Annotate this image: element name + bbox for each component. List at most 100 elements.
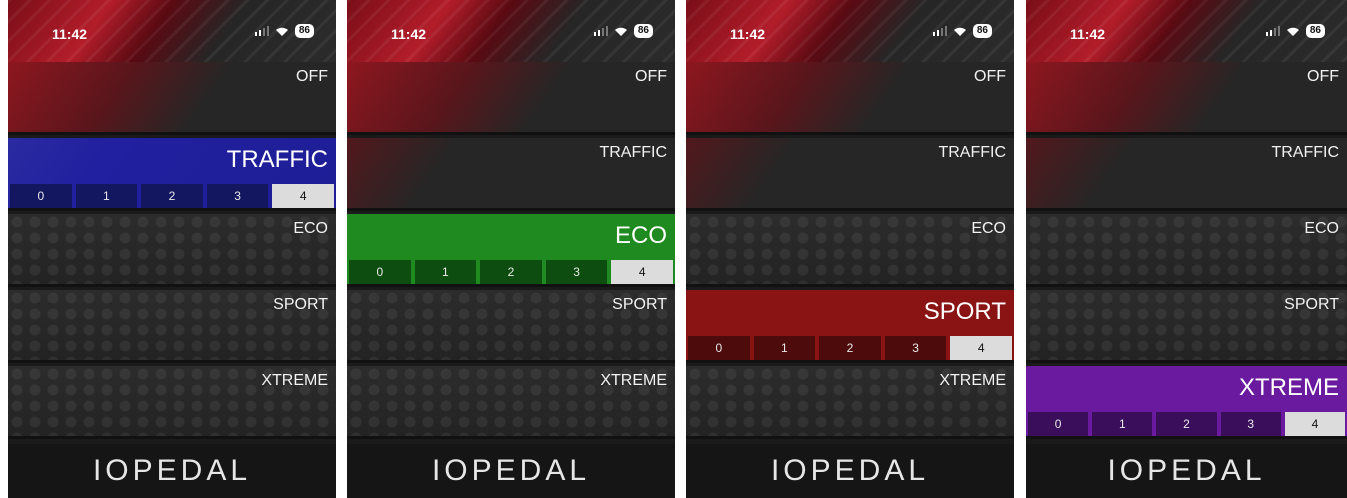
mode-label: TRAFFIC: [226, 146, 328, 173]
mode-label: ECO: [614, 222, 667, 249]
level-1[interactable]: 1: [1092, 412, 1153, 436]
mode-label: ECO: [293, 220, 328, 237]
mode-label: SPORT: [612, 296, 667, 313]
phone-screen-traffic: 11:42 86 OFF TRAFFIC 0 1 2 3 4 ECO SPORT…: [8, 0, 336, 498]
battery-icon: 86: [972, 24, 992, 38]
level-selector: 0 1 2 3 4: [686, 336, 1014, 360]
mode-list: OFF TRAFFIC ECO 0 1 2 3 4 SPORT XTREME: [347, 62, 675, 444]
signal-icon: [593, 26, 608, 36]
mode-label: OFF: [1307, 68, 1339, 85]
level-1[interactable]: 1: [414, 260, 477, 284]
mode-label: SPORT: [923, 298, 1006, 325]
battery-icon: 86: [633, 24, 653, 38]
level-0[interactable]: 0: [10, 184, 72, 208]
mode-label: OFF: [635, 68, 667, 85]
level-2[interactable]: 2: [819, 336, 881, 360]
level-4[interactable]: 4: [1284, 412, 1346, 436]
mode-off[interactable]: OFF: [347, 62, 675, 135]
mode-label: TRAFFIC: [938, 144, 1006, 161]
mode-off[interactable]: OFF: [1026, 62, 1347, 135]
mode-off[interactable]: OFF: [686, 62, 1014, 135]
mode-label: TRAFFIC: [1271, 144, 1339, 161]
level-selector: 0 1 2 3 4: [8, 184, 336, 208]
mode-label: OFF: [974, 68, 1006, 85]
status-icons: 86: [593, 24, 653, 38]
level-2[interactable]: 2: [480, 260, 542, 284]
footer: IOPEDAL: [686, 444, 1014, 498]
phone-screen-eco: 11:42 86 OFF TRAFFIC ECO 0 1 2 3 4 SPORT…: [347, 0, 675, 498]
status-icons: 86: [932, 24, 992, 38]
wifi-icon: [614, 27, 627, 36]
mode-list: OFF TRAFFIC ECO SPORT 0 1 2 3 4 XTREME: [686, 62, 1014, 444]
footer: IOPEDAL: [8, 444, 336, 498]
mode-label: XTREME: [600, 372, 667, 389]
mode-sport[interactable]: SPORT: [1026, 290, 1347, 363]
level-1[interactable]: 1: [753, 336, 816, 360]
phone-screen-xtreme: 11:42 86 OFF TRAFFIC ECO SPORT XTREME 0 …: [1026, 0, 1347, 498]
level-selector: 0 1 2 3 4: [347, 260, 675, 284]
wifi-icon: [275, 27, 288, 36]
mode-traffic[interactable]: TRAFFIC: [1026, 138, 1347, 211]
mode-label: TRAFFIC: [599, 144, 667, 161]
mode-label: SPORT: [1284, 296, 1339, 313]
mode-traffic[interactable]: TRAFFIC: [686, 138, 1014, 211]
level-2[interactable]: 2: [1156, 412, 1217, 436]
mode-label: ECO: [971, 220, 1006, 237]
brand-logo: IOPEDAL: [92, 454, 252, 487]
level-4[interactable]: 4: [950, 336, 1012, 360]
status-icons: 86: [254, 24, 314, 38]
level-3[interactable]: 3: [545, 260, 608, 284]
mode-traffic[interactable]: TRAFFIC 0 1 2 3 4: [8, 138, 336, 211]
brand-logo: IOPEDAL: [770, 454, 930, 487]
level-4[interactable]: 4: [272, 184, 334, 208]
mode-list: OFF TRAFFIC 0 1 2 3 4 ECO SPORT XTREME: [8, 62, 336, 444]
wifi-icon: [953, 27, 966, 36]
clock: 11:42: [1070, 26, 1106, 42]
level-3[interactable]: 3: [206, 184, 269, 208]
mode-sport[interactable]: SPORT 0 1 2 3 4: [686, 290, 1014, 363]
level-3[interactable]: 3: [1220, 412, 1281, 436]
level-selector: 0 1 2 3 4: [1026, 412, 1347, 436]
mode-off[interactable]: OFF: [8, 62, 336, 135]
level-3[interactable]: 3: [884, 336, 947, 360]
mode-xtreme[interactable]: XTREME: [8, 366, 336, 439]
mode-xtreme[interactable]: XTREME: [686, 366, 1014, 439]
brand-logo: IOPEDAL: [431, 454, 591, 487]
clock: 11:42: [52, 26, 88, 42]
mode-label: OFF: [296, 68, 328, 85]
phone-screen-sport: 11:42 86 OFF TRAFFIC ECO SPORT 0 1 2 3 4…: [686, 0, 1014, 498]
mode-eco[interactable]: ECO: [1026, 214, 1347, 287]
signal-icon: [1265, 26, 1280, 36]
mode-label: XTREME: [939, 372, 1006, 389]
level-4[interactable]: 4: [611, 260, 673, 284]
mode-eco[interactable]: ECO: [8, 214, 336, 287]
mode-label: ECO: [1304, 220, 1339, 237]
mode-label: SPORT: [273, 296, 328, 313]
status-icons: 86: [1265, 24, 1325, 38]
footer: IOPEDAL: [1026, 444, 1347, 498]
level-1[interactable]: 1: [75, 184, 138, 208]
signal-icon: [932, 26, 947, 36]
mode-sport[interactable]: SPORT: [8, 290, 336, 363]
mode-eco[interactable]: ECO 0 1 2 3 4: [347, 214, 675, 287]
battery-icon: 86: [294, 24, 314, 38]
mode-traffic[interactable]: TRAFFIC: [347, 138, 675, 211]
level-2[interactable]: 2: [141, 184, 203, 208]
level-0[interactable]: 0: [688, 336, 750, 360]
mode-list: OFF TRAFFIC ECO SPORT XTREME 0 1 2 3 4: [1026, 62, 1347, 444]
mode-sport[interactable]: SPORT: [347, 290, 675, 363]
signal-icon: [254, 26, 269, 36]
mode-xtreme[interactable]: XTREME: [347, 366, 675, 439]
mode-eco[interactable]: ECO: [686, 214, 1014, 287]
level-0[interactable]: 0: [1028, 412, 1089, 436]
mode-xtreme[interactable]: XTREME 0 1 2 3 4: [1026, 366, 1347, 439]
footer: IOPEDAL: [347, 444, 675, 498]
battery-icon: 86: [1305, 24, 1325, 38]
screenshot-collage: 11:42 86 OFF TRAFFIC 0 1 2 3 4 ECO SPORT…: [0, 0, 1347, 498]
clock: 11:42: [730, 26, 766, 42]
clock: 11:42: [391, 26, 427, 42]
mode-label: XTREME: [261, 372, 328, 389]
level-0[interactable]: 0: [349, 260, 411, 284]
brand-logo: IOPEDAL: [1107, 454, 1266, 487]
mode-label: XTREME: [1238, 374, 1339, 401]
